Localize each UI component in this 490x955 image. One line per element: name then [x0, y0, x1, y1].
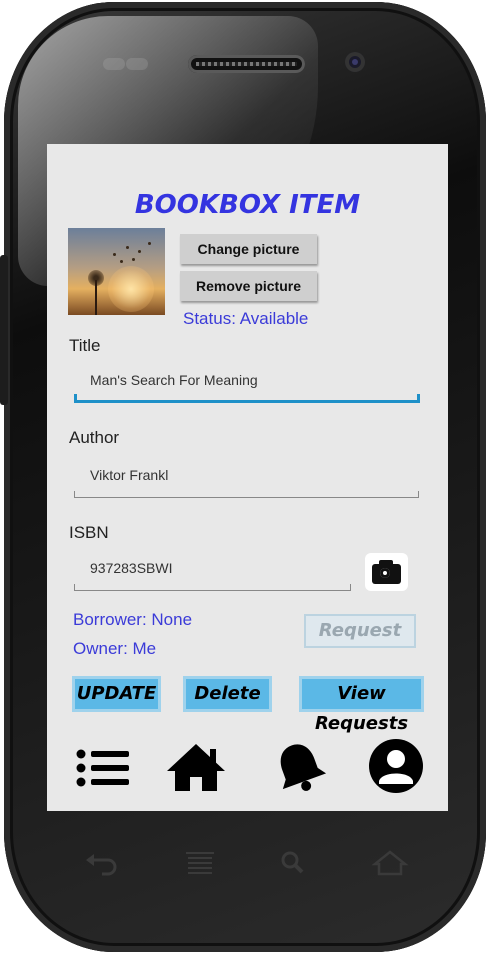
title-input[interactable]: Man's Search For Meaning	[74, 363, 420, 403]
request-button[interactable]: Request	[304, 614, 416, 648]
back-key[interactable]	[82, 848, 122, 878]
list-icon	[76, 749, 129, 787]
earpiece-speaker	[188, 55, 305, 73]
light-sensor	[126, 58, 148, 70]
remove-picture-button[interactable]: Remove picture	[180, 271, 317, 301]
menu-icon	[186, 852, 214, 874]
owner-text: Owner: Me	[73, 639, 157, 658]
isbn-value: 937283SBWI	[90, 560, 173, 576]
volume-button	[0, 255, 8, 405]
author-label: Author	[69, 428, 120, 447]
bell-icon	[280, 744, 327, 791]
home-icon	[167, 744, 225, 791]
title-label: Title	[69, 336, 101, 355]
status-text: Status: Available	[183, 309, 309, 328]
borrower-text: Borrower: None	[73, 610, 193, 629]
front-camera	[345, 52, 365, 72]
isbn-input[interactable]: 937283SBWI	[74, 551, 351, 591]
change-picture-button[interactable]: Change picture	[180, 234, 317, 264]
view-requests-button[interactable]: View Requests	[299, 676, 424, 734]
home-key-icon	[371, 850, 409, 876]
scan-isbn-button[interactable]	[365, 553, 408, 591]
delete-button[interactable]: Delete	[183, 676, 272, 712]
nav-home[interactable]	[165, 739, 225, 799]
bottom-nav	[47, 739, 448, 799]
author-value: Viktor Frankl	[90, 467, 169, 483]
proximity-sensor	[103, 58, 125, 70]
nav-list[interactable]	[72, 739, 132, 799]
profile-icon	[369, 739, 423, 793]
app-screen: BOOKBOX ITEM Change picture Remove pictu…	[47, 144, 448, 811]
book-picture	[68, 228, 165, 315]
menu-key[interactable]	[180, 848, 220, 878]
search-icon	[281, 851, 304, 874]
title-value: Man's Search For Meaning	[90, 372, 258, 388]
back-icon	[86, 854, 117, 876]
page-title: BOOKBOX ITEM	[134, 190, 361, 220]
nav-profile[interactable]	[367, 739, 427, 799]
author-input[interactable]: Viktor Frankl	[74, 458, 419, 498]
nav-notifications[interactable]	[273, 739, 333, 799]
search-key[interactable]	[273, 848, 313, 878]
update-button[interactable]: UPDATE	[72, 676, 161, 712]
home-key[interactable]	[370, 848, 410, 878]
isbn-label: ISBN	[69, 523, 109, 542]
